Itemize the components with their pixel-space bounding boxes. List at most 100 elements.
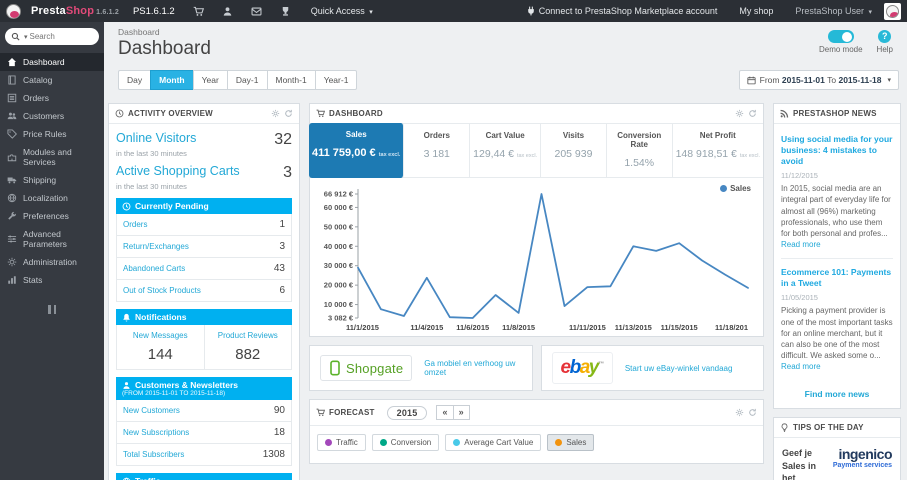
customers-quick-icon[interactable] xyxy=(222,6,233,17)
pending-row-out-of-stock[interactable]: Out of Stock Products 6 xyxy=(117,279,291,301)
panel-title: PRESTASHOP NEWS xyxy=(793,109,877,118)
new-messages-cell[interactable]: New Messages 144 xyxy=(117,325,204,369)
find-more-news-link[interactable]: Find more news xyxy=(774,382,900,408)
marketplace-link[interactable]: Connect to PrestaShop Marketplace accoun… xyxy=(526,6,717,16)
range-year-button[interactable]: Year xyxy=(192,70,228,90)
panel-settings-button[interactable] xyxy=(735,408,744,417)
sidebar-item-advanced-parameters[interactable]: Advanced Parameters xyxy=(0,225,104,253)
svg-text:11/15/2015: 11/15/2015 xyxy=(661,323,698,332)
calendar-icon xyxy=(747,76,756,84)
read-more-link[interactable]: Read more xyxy=(781,362,821,371)
sidebar-item-catalog[interactable]: Catalog xyxy=(0,71,104,89)
sidebar-item-price-rules[interactable]: Price Rules xyxy=(0,125,104,143)
online-visitors-value: 32 xyxy=(274,131,292,148)
my-shop-link[interactable]: My shop xyxy=(739,6,773,16)
prestashop-news-panel: PRESTASHOP NEWS Using social media for y… xyxy=(773,103,901,410)
next-year-button[interactable]: » xyxy=(452,405,470,420)
refresh-icon xyxy=(285,109,292,117)
svg-text:50 000 €: 50 000 € xyxy=(324,222,354,231)
sidebar-item-shipping[interactable]: Shipping xyxy=(0,171,104,189)
breadcrumb[interactable]: Dashboard xyxy=(118,27,893,37)
user-menu[interactable]: PrestaShop User ▾ xyxy=(795,6,872,16)
range-month-button[interactable]: Month xyxy=(150,70,194,90)
ebay-logo: ebay™ xyxy=(551,352,613,384)
news-title-link[interactable]: Using social media for your business: 4 … xyxy=(781,134,893,167)
cart-icon[interactable] xyxy=(193,6,204,17)
read-more-link[interactable]: Read more xyxy=(781,240,821,249)
caret-down-icon: ▾ xyxy=(24,33,28,41)
panel-refresh-button[interactable] xyxy=(748,109,757,118)
sidebar-search[interactable]: ▾ xyxy=(5,28,99,45)
online-visitors-link[interactable]: Online Visitors xyxy=(116,131,196,145)
sidebar-item-preferences[interactable]: Preferences xyxy=(0,207,104,225)
rss-icon xyxy=(780,109,789,118)
range-year-1-button[interactable]: Year-1 xyxy=(314,70,358,90)
traffic-dot xyxy=(325,439,332,446)
kpi-sales[interactable]: Sales 411 759,00 € tax excl. xyxy=(309,123,405,178)
sales-line-chart: 3 082 € 10 000 € 20 000 € 30 000 € 40 000 € 5… xyxy=(324,189,749,332)
product-reviews-cell[interactable]: Product Reviews 882 xyxy=(203,325,292,369)
total-subscribers-row[interactable]: Total Subscribers 1308 xyxy=(117,443,291,465)
svg-text:11/8/2015: 11/8/2015 xyxy=(502,323,535,332)
plug-icon xyxy=(528,6,535,16)
svg-text:11/1/2015: 11/1/2015 xyxy=(346,323,379,332)
sidebar-item-dashboard[interactable]: Dashboard xyxy=(0,53,104,71)
shopgate-link[interactable]: Ga mobiel en verhoog uw omzet xyxy=(424,359,521,377)
toggle-conversion[interactable]: Conversion xyxy=(371,434,440,451)
date-range-picker[interactable]: From 2015-11-01 To 2015-11-18 ▾ xyxy=(738,70,899,90)
search-input[interactable] xyxy=(29,32,86,41)
gear-icon xyxy=(735,109,744,118)
cart-icon xyxy=(316,109,325,118)
kpi-net-profit[interactable]: Net Profit 148 918,51 € tax excl. xyxy=(673,124,763,177)
kpi-conversion-rate[interactable]: Conversion Rate 1.54% xyxy=(607,124,673,177)
toggle-sales[interactable]: Sales xyxy=(547,434,595,451)
collapse-sidebar-button[interactable] xyxy=(0,305,104,314)
trophy-icon[interactable] xyxy=(280,6,291,17)
pending-row-orders[interactable]: Orders 1 xyxy=(117,214,291,235)
pending-row-returns[interactable]: Return/Exchanges 3 xyxy=(117,235,291,257)
news-item: Using social media for your business: 4 … xyxy=(781,126,893,260)
previous-year-button[interactable]: « xyxy=(436,405,454,420)
kpi-orders[interactable]: Orders 3 181 xyxy=(404,124,471,177)
sidebar-item-customers[interactable]: Customers xyxy=(0,107,104,125)
range-month-1-button[interactable]: Month-1 xyxy=(266,70,316,90)
user-avatar[interactable] xyxy=(884,2,901,20)
toggle-traffic[interactable]: Traffic xyxy=(317,434,366,451)
sidebar-item-stats[interactable]: Stats xyxy=(0,271,104,289)
truck-icon xyxy=(7,177,17,184)
panel-refresh-button[interactable] xyxy=(284,109,293,118)
forecast-panel: FORECAST 2015 « » Traffic Conversion Ave… xyxy=(309,399,764,464)
demo-mode-toggle[interactable] xyxy=(827,30,854,43)
sidebar-item-administration[interactable]: Administration xyxy=(0,253,104,271)
sidebar-item-localization[interactable]: Localization xyxy=(0,189,104,207)
panel-settings-button[interactable] xyxy=(735,109,744,118)
kpi-visits[interactable]: Visits 205 939 xyxy=(541,124,607,177)
forecast-year-pill[interactable]: 2015 xyxy=(386,405,428,420)
panel-refresh-button[interactable] xyxy=(748,408,757,417)
toggle-average-cart-value[interactable]: Average Cart Value xyxy=(445,434,542,451)
sales-dot xyxy=(555,439,563,446)
kpi-cart-value[interactable]: Cart Value 129,44 € tax excl. xyxy=(470,124,542,177)
sidebar-item-orders[interactable]: Orders xyxy=(0,89,104,107)
new-subscriptions-row[interactable]: New Subscriptions 18 xyxy=(117,421,291,443)
new-customers-row[interactable]: New Customers 90 xyxy=(117,400,291,421)
news-title-link[interactable]: Ecommerce 101: Payments in a Tweet xyxy=(781,267,893,289)
online-visitors-sub: in the last 30 minutes xyxy=(116,149,187,158)
sidebar-item-modules[interactable]: Modules and Services xyxy=(0,143,104,171)
help-icon[interactable]: ? xyxy=(878,30,892,43)
caret-down-icon: ▾ xyxy=(369,9,373,16)
panel-settings-button[interactable] xyxy=(271,109,280,118)
users-icon xyxy=(7,112,17,120)
news-item: Ecommerce 101: Payments in a Tweet 11/05… xyxy=(781,267,893,372)
range-day-button[interactable]: Day xyxy=(118,70,152,90)
active-carts-link[interactable]: Active Shopping Carts xyxy=(116,164,240,178)
gear-icon xyxy=(7,257,17,267)
panel-title: ACTIVITY OVERVIEW xyxy=(128,109,213,118)
orders-icon xyxy=(7,93,17,103)
ebay-link[interactable]: Start uw eBay-winkel vandaag xyxy=(625,364,733,373)
range-day-1-button[interactable]: Day-1 xyxy=(226,70,268,90)
pending-row-abandoned-carts[interactable]: Abandoned Carts 43 xyxy=(117,257,291,279)
messages-icon[interactable] xyxy=(251,6,262,17)
quick-access-menu[interactable]: Quick Access ▾ xyxy=(311,6,373,16)
dashboard-panel: DASHBOARD Sales 411 759,00 € tax excl. Or… xyxy=(309,103,764,337)
